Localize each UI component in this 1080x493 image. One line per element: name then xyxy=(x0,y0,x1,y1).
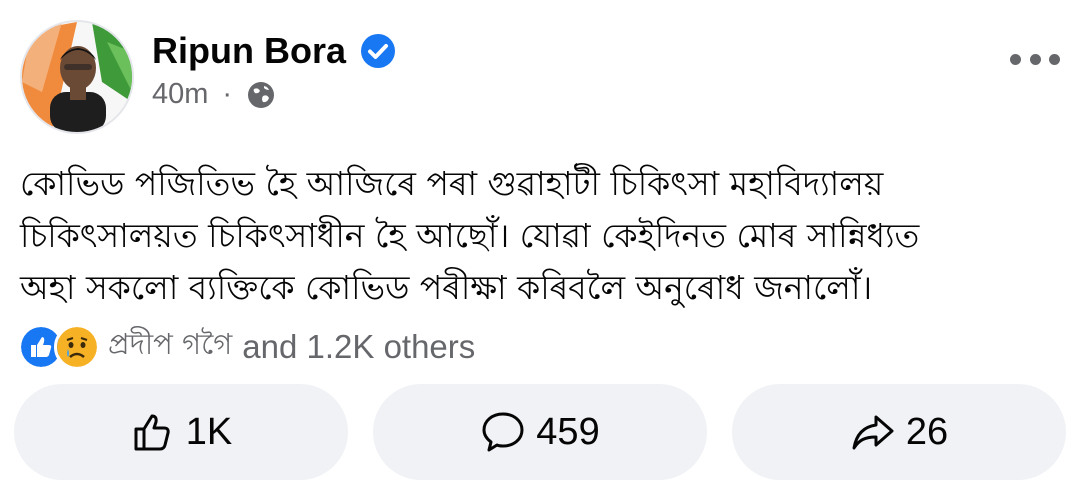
reaction-names: প্ৰদীপ গগৈ xyxy=(108,327,233,361)
meta-separator: · xyxy=(222,78,233,110)
post-meta: 40m · xyxy=(152,78,276,111)
avatar-photo xyxy=(22,22,132,132)
author-name-row: Ripun Bora xyxy=(152,30,396,72)
reaction-others-count: and 1.2K others xyxy=(242,327,476,365)
verified-badge-icon xyxy=(360,33,396,69)
post-text: কোভিড পজিতিভ হৈ আজিৰে পৰা গুৱাহাটী চিকিৎ… xyxy=(20,164,920,307)
reactions-summary[interactable]: প্ৰদীপ গগৈ and 1.2K others xyxy=(18,322,475,371)
comment-button[interactable]: 459 xyxy=(373,384,707,480)
thumbs-up-icon xyxy=(134,414,170,451)
sad-reaction-icon xyxy=(54,323,100,370)
share-arrow-icon xyxy=(852,415,894,450)
author-name[interactable]: Ripun Bora xyxy=(152,30,346,72)
action-bar: 1K 459 26 xyxy=(14,384,1066,480)
share-count: 26 xyxy=(905,410,949,453)
like-count: 1K xyxy=(185,410,233,453)
post-timestamp[interactable]: 40m xyxy=(152,78,208,111)
globe-icon xyxy=(246,80,276,110)
share-button[interactable]: 26 xyxy=(732,384,1066,480)
like-button[interactable]: 1K xyxy=(14,384,348,480)
comment-icon xyxy=(482,412,524,452)
reaction-icons xyxy=(18,323,100,370)
comment-count: 459 xyxy=(536,410,600,453)
more-options-icon[interactable] xyxy=(1010,46,1060,72)
author-avatar[interactable] xyxy=(20,20,134,134)
